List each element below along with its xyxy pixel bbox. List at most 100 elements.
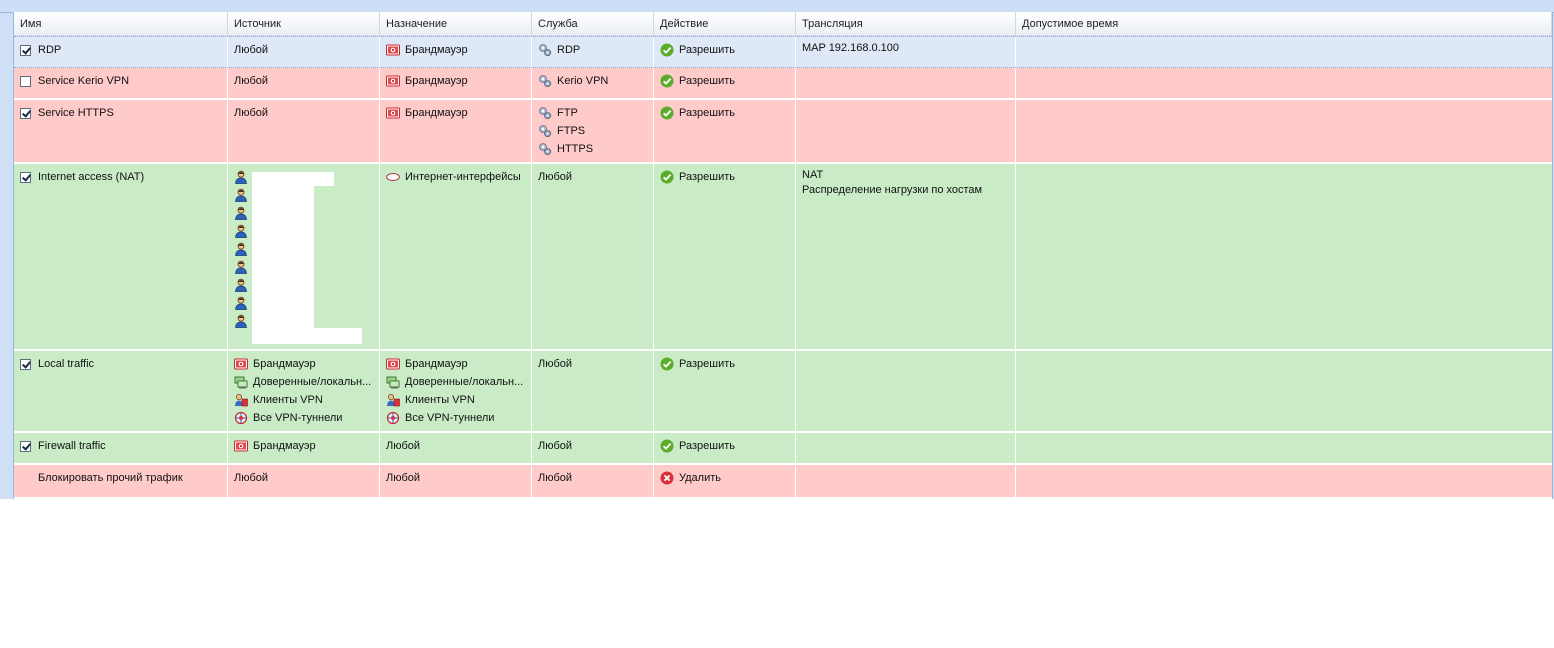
destination-entry: Интернет-интерфейсы <box>386 168 526 186</box>
rule-name: Service HTTPS <box>38 107 114 119</box>
valid-time-cell[interactable] <box>1016 351 1552 431</box>
rule-name-line: Internet access (NAT) <box>20 168 222 186</box>
translation-cell[interactable] <box>796 68 1016 98</box>
action-text: Разрешить <box>679 107 735 119</box>
vpn-clients-icon <box>386 393 400 407</box>
translation-cell[interactable] <box>796 433 1016 463</box>
destination-text: Брандмауэр <box>405 75 468 87</box>
valid-time-cell[interactable] <box>1016 465 1552 497</box>
service-text: Любой <box>538 472 573 484</box>
rule-enabled-checkbox[interactable] <box>20 358 31 370</box>
service-text: Kerio VPN <box>557 75 609 87</box>
destination-text: Любой <box>386 472 421 484</box>
valid-time-cell[interactable] <box>1016 68 1552 98</box>
rule-row[interactable]: Internet access (NAT) Интернет-интерфейсы… <box>14 164 1552 351</box>
rule-name-cell: Local traffic <box>14 351 228 431</box>
allow-icon <box>660 74 674 88</box>
action-text: Разрешить <box>679 171 735 183</box>
destination-cell[interactable]: Брандмауэр <box>380 68 532 98</box>
service-cell[interactable]: Любой <box>532 351 654 431</box>
service-entry: Любой <box>538 168 648 186</box>
valid-time-cell[interactable] <box>1016 37 1552 67</box>
source-cell[interactable]: Любой <box>228 465 380 497</box>
source-cell[interactable]: Любой <box>228 37 380 67</box>
destination-entry: Любой <box>386 437 526 455</box>
destination-entry: Любой <box>386 469 526 487</box>
rule-name-line: Service Kerio VPN <box>20 72 222 90</box>
destination-cell[interactable]: Любой <box>380 433 532 463</box>
service-entry: FTPS <box>538 122 648 140</box>
action-cell[interactable]: Разрешить <box>654 351 796 431</box>
service-entry: Kerio VPN <box>538 72 648 90</box>
column-header-time[interactable]: Допустимое время <box>1016 12 1552 35</box>
rule-name: Блокировать прочий трафик <box>38 472 183 484</box>
action-entry: Разрешить <box>660 355 790 373</box>
destination-cell[interactable]: Брандмауэр <box>380 100 532 162</box>
rule-enabled-checkbox[interactable] <box>20 440 31 452</box>
rule-name-line: Firewall traffic <box>20 437 222 455</box>
column-header-action[interactable]: Действие <box>654 12 796 35</box>
translation-cell[interactable] <box>796 465 1016 497</box>
source-cell[interactable]: Любой <box>228 68 380 98</box>
destination-text: Все VPN-туннели <box>405 412 495 424</box>
action-cell[interactable]: Разрешить <box>654 37 796 67</box>
service-cell[interactable]: Любой <box>532 465 654 497</box>
column-header-source[interactable]: Источник <box>228 12 380 35</box>
user-icon <box>234 278 248 292</box>
destination-cell[interactable]: Любой <box>380 465 532 497</box>
grid-header: Имя Источник Назначение Служба Действие Транс… <box>14 12 1552 36</box>
destination-cell[interactable]: Брандмауэр <box>380 37 532 67</box>
source-entry: Любой <box>234 72 374 90</box>
rule-row[interactable]: Firewall traffic Брандмауэр Любой Любой Разр… <box>14 433 1552 465</box>
rule-row[interactable]: Local traffic Брандмауэр Доверенные/локаль… <box>14 351 1552 433</box>
user-icon <box>234 260 248 274</box>
valid-time-cell[interactable] <box>1016 100 1552 162</box>
column-header-destination[interactable]: Назначение <box>380 12 532 35</box>
rule-enabled-checkbox[interactable] <box>20 107 31 119</box>
action-cell[interactable]: Удалить <box>654 465 796 497</box>
source-text: Любой <box>234 44 269 56</box>
destination-cell[interactable]: Интернет-интерфейсы <box>380 164 532 349</box>
translation-cell[interactable]: NAT Распределение нагрузки по хостам <box>796 164 1016 349</box>
user-icon <box>234 170 248 184</box>
rule-row[interactable]: Service Kerio VPN Любой Брандмауэр Kerio VP… <box>14 68 1552 100</box>
translation-text: Распределение нагрузки по хостам <box>802 184 983 196</box>
rule-enabled-checkbox[interactable] <box>20 75 31 87</box>
destination-text: Клиенты VPN <box>405 394 475 406</box>
rule-enabled-checkbox[interactable] <box>20 44 31 56</box>
column-header-name[interactable]: Имя <box>14 12 228 35</box>
valid-time-cell[interactable] <box>1016 433 1552 463</box>
service-cell[interactable]: RDP <box>532 37 654 67</box>
action-cell[interactable]: Разрешить <box>654 68 796 98</box>
user-icon <box>234 296 248 310</box>
rule-row[interactable]: RDP Любой Брандмауэр RDP Разрешить MAP 192.16… <box>14 36 1552 68</box>
source-entry: Доверенные/локальн... <box>234 373 374 391</box>
action-cell[interactable]: Разрешить <box>654 100 796 162</box>
translation-text: MAP 192.168.0.100 <box>802 42 900 54</box>
source-cell[interactable]: Любой <box>228 100 380 162</box>
rule-row[interactable]: Service HTTPS Любой Брандмауэр FTP FTPS HTTPS… <box>14 100 1552 164</box>
translation-cell[interactable] <box>796 351 1016 431</box>
source-cell[interactable]: Брандмауэр <box>228 433 380 463</box>
valid-time-cell[interactable] <box>1016 164 1552 349</box>
rule-name-line: RDP <box>20 41 222 59</box>
column-header-translation[interactable]: Трансляция <box>796 12 1016 35</box>
rule-name: Firewall traffic <box>38 440 106 452</box>
translation-cell[interactable] <box>796 100 1016 162</box>
action-cell[interactable]: Разрешить <box>654 164 796 349</box>
service-entry: Любой <box>538 355 648 373</box>
service-cell[interactable]: Kerio VPN <box>532 68 654 98</box>
destination-cell[interactable]: Брандмауэр Доверенные/локальн... Клиенты V… <box>380 351 532 431</box>
gears-icon <box>538 43 552 57</box>
service-entry: FTP <box>538 104 648 122</box>
translation-cell[interactable]: MAP 192.168.0.100 <box>796 37 1016 67</box>
source-cell[interactable]: Брандмауэр Доверенные/локальн... Клиенты V… <box>228 351 380 431</box>
rule-enabled-checkbox[interactable] <box>20 171 31 183</box>
service-cell[interactable]: Любой <box>532 433 654 463</box>
service-cell[interactable]: Любой <box>532 164 654 349</box>
column-header-service[interactable]: Служба <box>532 12 654 35</box>
rule-row[interactable]: Блокировать прочий трафик Любой Любой Любой… <box>14 465 1552 499</box>
source-entry: Клиенты VPN <box>234 391 374 409</box>
action-cell[interactable]: Разрешить <box>654 433 796 463</box>
service-cell[interactable]: FTP FTPS HTTPS <box>532 100 654 162</box>
